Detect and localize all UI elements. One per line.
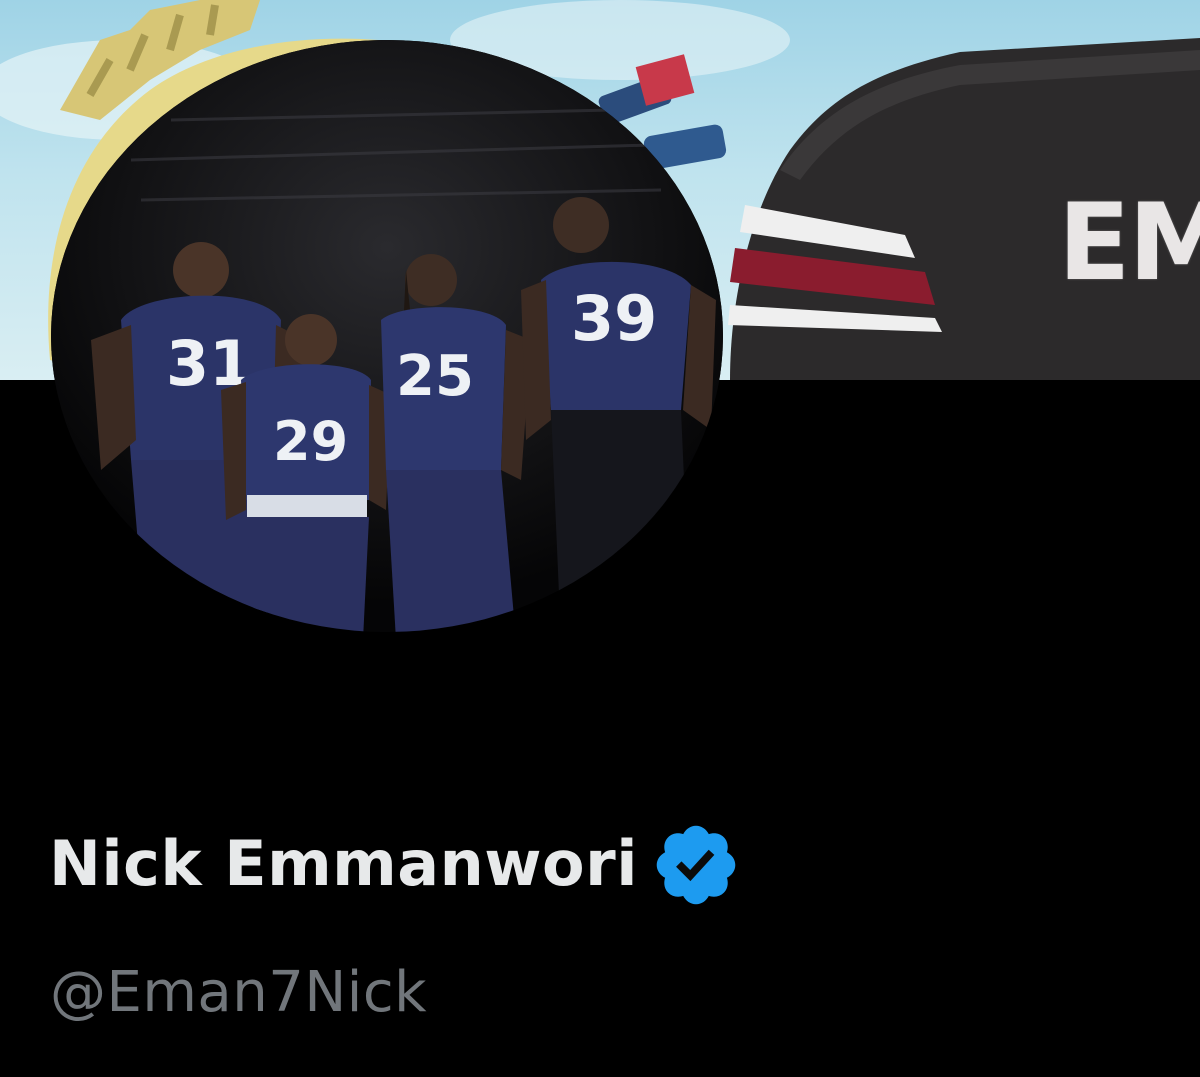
profile-avatar[interactable]: 31 29 25 39 <box>51 40 723 632</box>
svg-text:39: 39 <box>571 282 657 355</box>
profile-handle: @Eman7Nick <box>50 960 428 1025</box>
avatar-photo: 31 29 25 39 <box>51 40 723 632</box>
svg-text:29: 29 <box>273 410 348 473</box>
display-name: Nick Emmanwori <box>49 826 638 900</box>
profile-name-row: Nick Emmanwori <box>49 818 742 908</box>
banner-jersey-lettering: EM <box>1058 181 1200 304</box>
svg-text:25: 25 <box>396 344 474 409</box>
verified-badge-icon[interactable] <box>650 819 742 911</box>
